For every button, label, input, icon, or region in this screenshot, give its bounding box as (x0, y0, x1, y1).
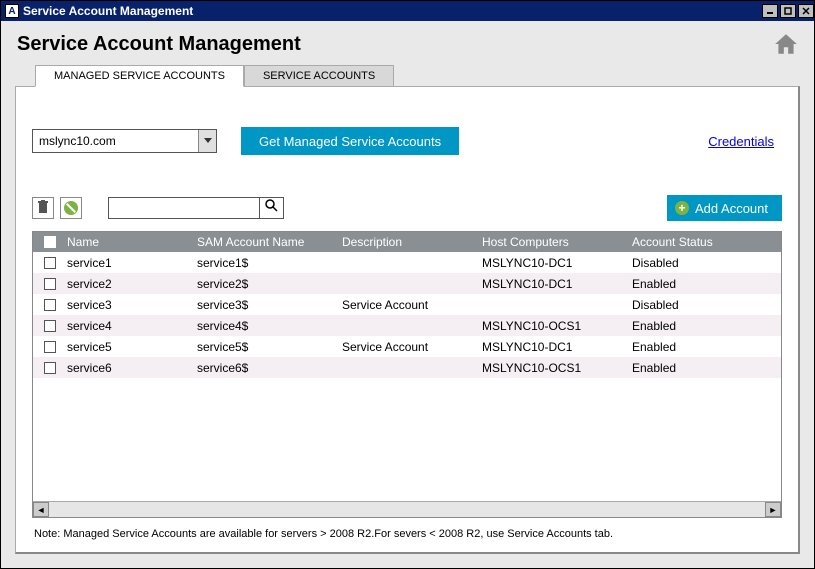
cell-status: Disabled (626, 298, 781, 312)
disable-button[interactable] (60, 197, 82, 219)
table-body: service1service1$MSLYNC10-DC1Disabledser… (33, 252, 781, 501)
app-icon: A (5, 4, 19, 18)
search-input[interactable] (109, 198, 259, 218)
delete-button[interactable] (32, 197, 54, 219)
cell-description: Service Account (336, 340, 476, 354)
cell-name: service4 (61, 319, 191, 333)
row-checkbox[interactable] (44, 341, 56, 353)
horizontal-scrollbar[interactable]: ◄ ► (33, 501, 781, 517)
scroll-left-icon[interactable]: ◄ (33, 502, 49, 517)
table-row[interactable]: service5service5$Service AccountMSLYNC10… (33, 336, 781, 357)
home-icon[interactable] (772, 31, 800, 62)
table-row[interactable]: service2service2$ MSLYNC10-DC1Enabled (33, 273, 781, 294)
cell-description: Service Account (336, 298, 476, 312)
row-checkbox-cell (33, 278, 61, 290)
trash-icon (37, 200, 49, 217)
credentials-link[interactable]: Credentials (708, 134, 774, 149)
row-checkbox[interactable] (44, 362, 56, 374)
minimize-button[interactable] (762, 4, 778, 18)
table-row[interactable]: service3service3$Service Account Disabled (33, 294, 781, 315)
search-button[interactable] (259, 198, 283, 218)
cell-host: MSLYNC10-OCS1 (476, 361, 626, 375)
window-controls (760, 4, 814, 18)
row-checkbox-cell (33, 362, 61, 374)
row-checkbox[interactable] (44, 257, 56, 269)
header-checkbox-cell (33, 236, 61, 248)
window-title: Service Account Management (23, 4, 760, 18)
header-sam[interactable]: SAM Account Name (191, 235, 336, 249)
toolbar-row: + Add Account (32, 195, 782, 221)
get-managed-accounts-button[interactable]: Get Managed Service Accounts (241, 127, 459, 155)
accounts-table: Name SAM Account Name Description Host C… (32, 231, 782, 518)
add-account-label: Add Account (695, 201, 768, 216)
cell-name: service1 (61, 256, 191, 270)
row-checkbox[interactable] (44, 299, 56, 311)
row-checkbox-cell (33, 257, 61, 269)
row-checkbox[interactable] (44, 320, 56, 332)
table-row[interactable]: service6service6$ MSLYNC10-OCS1Enabled (33, 357, 781, 378)
page-title: Service Account Management (17, 33, 301, 56)
cell-status: Enabled (626, 277, 781, 291)
header-name[interactable]: Name (61, 235, 191, 249)
scroll-right-icon[interactable]: ► (765, 502, 781, 517)
cell-status: Enabled (626, 361, 781, 375)
scroll-track[interactable] (49, 502, 765, 517)
plus-icon: + (675, 201, 689, 215)
cell-status: Enabled (626, 319, 781, 333)
cell-status: Disabled (626, 256, 781, 270)
cell-name: service2 (61, 277, 191, 291)
cell-host: MSLYNC10-DC1 (476, 340, 626, 354)
footer-note: Note: Managed Service Accounts are avail… (34, 528, 782, 540)
header-row: Service Account Management (15, 29, 800, 64)
cell-name: service6 (61, 361, 191, 375)
top-controls-row: mslync10.com Get Managed Service Account… (32, 127, 782, 155)
close-button[interactable] (798, 4, 814, 18)
cell-sam: service2$ (191, 277, 336, 291)
cell-sam: service5$ (191, 340, 336, 354)
header-host[interactable]: Host Computers (476, 235, 626, 249)
table-row[interactable]: service1service1$ MSLYNC10-DC1Disabled (33, 252, 781, 273)
search-field-wrap (108, 197, 284, 219)
cell-status: Enabled (626, 340, 781, 354)
titlebar: A Service Account Management (1, 1, 814, 21)
tab-managed-service-accounts[interactable]: MANAGED SERVICE ACCOUNTS (35, 65, 244, 87)
table-header: Name SAM Account Name Description Host C… (33, 232, 781, 252)
add-account-button[interactable]: + Add Account (667, 195, 782, 221)
cell-host: MSLYNC10-OCS1 (476, 319, 626, 333)
main-panel: mslync10.com Get Managed Service Account… (15, 86, 800, 554)
row-checkbox-cell (33, 299, 61, 311)
row-checkbox-cell (33, 320, 61, 332)
app-window: A Service Account Management Service Acc… (0, 0, 815, 569)
header-description[interactable]: Description (336, 235, 476, 249)
row-checkbox[interactable] (44, 278, 56, 290)
content-area: Service Account Management MANAGED SERVI… (1, 21, 814, 568)
domain-select-value: mslync10.com (33, 134, 198, 148)
domain-select[interactable]: mslync10.com (32, 129, 217, 153)
domain-select-dropdown-icon[interactable] (198, 130, 216, 152)
cell-name: service3 (61, 298, 191, 312)
tab-service-accounts[interactable]: SERVICE ACCOUNTS (244, 65, 394, 87)
cell-name: service5 (61, 340, 191, 354)
maximize-button[interactable] (780, 4, 796, 18)
search-icon (265, 199, 278, 217)
row-checkbox-cell (33, 341, 61, 353)
header-status[interactable]: Account Status (626, 235, 781, 249)
select-all-checkbox[interactable] (44, 236, 56, 248)
cell-sam: service6$ (191, 361, 336, 375)
cell-host: MSLYNC10-DC1 (476, 256, 626, 270)
tab-bar: MANAGED SERVICE ACCOUNTS SERVICE ACCOUNT… (35, 64, 800, 86)
cell-sam: service1$ (191, 256, 336, 270)
cell-sam: service3$ (191, 298, 336, 312)
disable-icon (64, 201, 78, 215)
cell-sam: service4$ (191, 319, 336, 333)
cell-host: MSLYNC10-DC1 (476, 277, 626, 291)
table-row[interactable]: service4service4$ MSLYNC10-OCS1Enabled (33, 315, 781, 336)
